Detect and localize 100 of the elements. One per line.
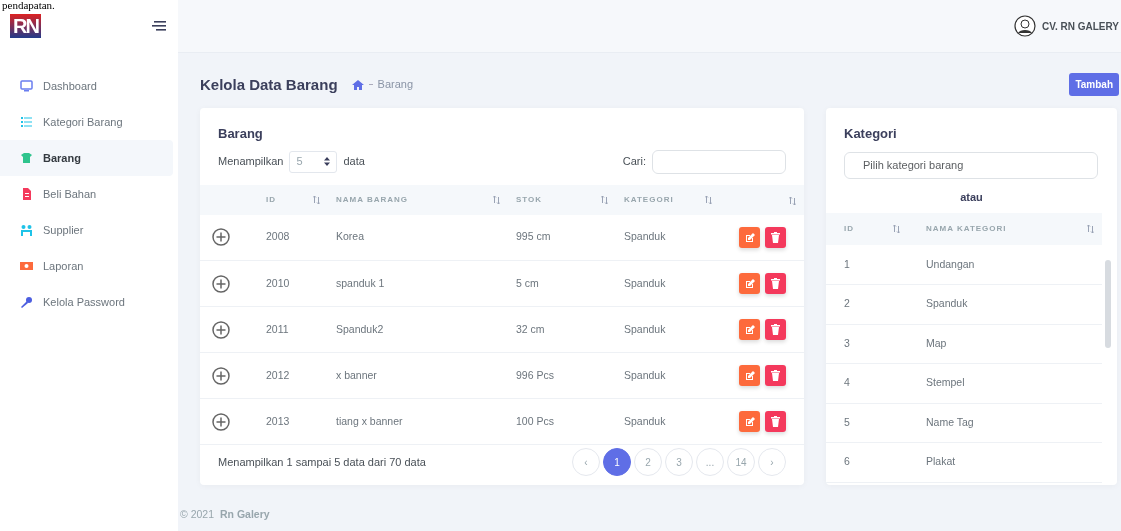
caret-icon xyxy=(324,157,331,166)
expand-icon[interactable] xyxy=(212,228,230,247)
document-icon xyxy=(20,188,33,200)
trash-icon xyxy=(771,415,780,427)
table-cell: Spanduk xyxy=(616,214,720,261)
trash-icon xyxy=(771,277,780,289)
edit-button[interactable] xyxy=(739,227,760,248)
table-cell: 3 xyxy=(826,324,908,364)
column-header[interactable]: ID xyxy=(266,194,276,204)
table-cell: 996 Pcs xyxy=(508,352,616,399)
table-cell: Plakat xyxy=(908,442,1102,482)
edit-icon xyxy=(744,324,755,335)
sort-icon[interactable] xyxy=(313,195,320,204)
sidebar-item[interactable]: Dashboard xyxy=(0,68,173,104)
table-cell: Spanduk xyxy=(616,398,720,445)
table-cell: 2011 xyxy=(258,306,328,353)
page-button[interactable]: 14 xyxy=(727,448,755,476)
delete-button[interactable] xyxy=(765,364,786,386)
page-button[interactable]: ‹ xyxy=(572,448,600,476)
table-cell: 2012 xyxy=(258,352,328,399)
edit-icon xyxy=(744,370,755,381)
table-cell: Spanduk2 xyxy=(328,306,508,353)
sort-icon[interactable] xyxy=(893,225,900,233)
edit-button[interactable] xyxy=(739,273,760,295)
table-cell: 4 xyxy=(826,363,908,403)
trash-icon xyxy=(771,369,780,381)
delete-button[interactable] xyxy=(765,226,786,248)
column-header[interactable]: NAMA BARANG xyxy=(336,194,409,204)
sidebar-item[interactable]: Kategori Barang xyxy=(0,104,173,140)
column-header[interactable]: NAMA KATEGORI xyxy=(926,224,1007,233)
table-cell: Spanduk xyxy=(616,306,720,353)
page-button[interactable]: 3 xyxy=(665,448,693,476)
table-cell: tiang x banner xyxy=(328,398,508,445)
table-cell: 5 cm xyxy=(508,260,616,307)
delete-button[interactable] xyxy=(765,318,786,340)
page-button[interactable]: 2 xyxy=(634,448,662,476)
sort-icon[interactable] xyxy=(705,195,712,204)
table-cell: Stempel xyxy=(908,363,1102,403)
table-cell: 32 cm xyxy=(508,306,616,353)
table-cell: spanduk 1 xyxy=(328,260,508,307)
caption-text: pendapatan. xyxy=(1,0,56,11)
category-select[interactable]: Pilih kategori barang xyxy=(844,151,1098,179)
edit-button[interactable] xyxy=(739,365,760,387)
table-cell: Spanduk xyxy=(908,284,1102,324)
sort-icon[interactable] xyxy=(601,195,608,204)
menu-icon[interactable] xyxy=(152,21,166,31)
expand-icon[interactable] xyxy=(212,412,230,431)
user-name[interactable]: CV. RN GALERY xyxy=(1041,18,1119,34)
delete-button[interactable] xyxy=(765,410,786,432)
table-cell: 2008 xyxy=(258,214,328,261)
page-title: Kelola Data Barang xyxy=(200,75,338,94)
table-cell: Name Tag xyxy=(908,403,1102,443)
table-cell: 2 xyxy=(826,284,908,324)
table-cell: 1 xyxy=(826,245,908,285)
expand-icon[interactable] xyxy=(212,274,230,293)
column-header[interactable]: ID xyxy=(844,224,854,233)
add-button[interactable]: Tambah xyxy=(1069,73,1119,96)
edit-icon xyxy=(744,416,755,427)
length-suffix: data xyxy=(343,154,365,170)
edit-icon xyxy=(744,232,755,243)
sidebar-item[interactable]: Barang xyxy=(0,140,173,176)
column-header[interactable]: STOK xyxy=(516,194,543,204)
table-cell: 2013 xyxy=(258,398,328,445)
edit-icon xyxy=(744,278,755,289)
page-button[interactable]: ... xyxy=(696,448,724,476)
edit-button[interactable] xyxy=(739,319,760,341)
search-field[interactable] xyxy=(652,149,786,174)
edit-button[interactable] xyxy=(739,411,760,433)
sidebar-item[interactable]: Supplier xyxy=(0,212,173,248)
list-icon xyxy=(20,116,33,128)
sort-icon[interactable] xyxy=(789,196,796,205)
length-label: Menampilkan xyxy=(218,154,284,170)
table-cell: Undangan xyxy=(908,245,1102,285)
table-cell: x banner xyxy=(328,352,508,399)
sidebar-item[interactable]: Beli Bahan xyxy=(0,176,173,212)
sidebar-item[interactable]: Kelola Password xyxy=(0,284,173,320)
expand-icon[interactable] xyxy=(212,366,230,385)
banknote-icon xyxy=(20,260,33,272)
card-title: Barang xyxy=(217,125,264,143)
table-cell: Map xyxy=(908,324,1102,364)
page-button[interactable]: › xyxy=(758,448,786,476)
footer-link[interactable]: Rn Galery xyxy=(220,508,270,520)
sort-icon[interactable] xyxy=(493,195,500,204)
avatar-icon[interactable] xyxy=(1013,15,1036,37)
table-cell: 5 xyxy=(826,403,908,443)
page-button[interactable]: 1 xyxy=(603,448,631,476)
logo[interactable]: RN xyxy=(10,14,41,38)
card-title: Kategori xyxy=(843,125,898,143)
expand-icon[interactable] xyxy=(212,320,230,339)
monitor-icon xyxy=(20,80,33,92)
home-icon[interactable] xyxy=(351,79,364,90)
table-cell: 2010 xyxy=(258,260,328,307)
scrollbar-thumb[interactable] xyxy=(1105,260,1111,348)
column-header[interactable]: KATEGORI xyxy=(624,194,674,204)
sort-icon[interactable] xyxy=(1087,225,1094,233)
sidebar-item[interactable]: Laporan xyxy=(0,248,173,284)
delete-button[interactable] xyxy=(765,272,786,294)
breadcrumb-item: Barang xyxy=(377,77,414,93)
dash-icon xyxy=(368,83,373,86)
page-size-select[interactable]: 5 xyxy=(289,150,338,173)
